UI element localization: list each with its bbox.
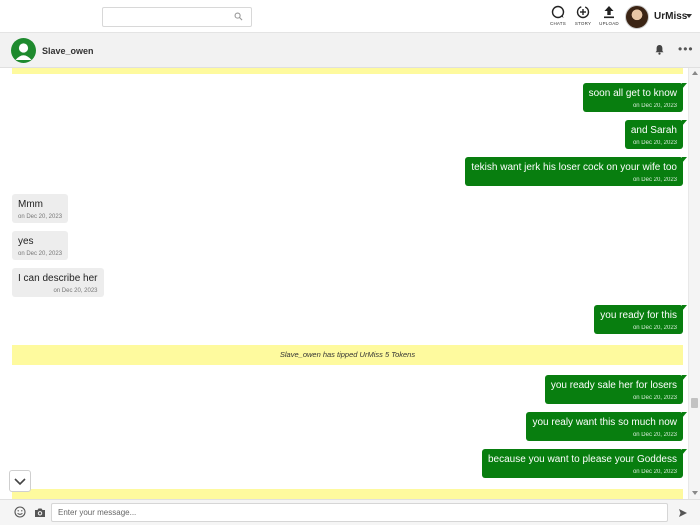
message-time: on Dec 20, 2023 bbox=[53, 288, 98, 294]
nav-upload-label: UPLOAD bbox=[599, 21, 619, 26]
scroll-to-bottom-button[interactable] bbox=[9, 470, 31, 492]
chat-bubble-icon bbox=[551, 5, 565, 19]
tip-notice-text: Slave_owen has tipped UrMiss 5 Tokens bbox=[279, 350, 416, 359]
message-bubble: you ready sale her for losers on Dec 20,… bbox=[544, 375, 688, 404]
message-bubble: you realy want this so much now on Dec 2… bbox=[526, 412, 687, 441]
message-time: on Dec 20, 2023 bbox=[632, 432, 677, 438]
emoji-icon[interactable] bbox=[14, 506, 26, 518]
scroll-thumb[interactable] bbox=[691, 398, 698, 408]
message-time: on Dec 20, 2023 bbox=[18, 214, 63, 220]
contact-name[interactable]: Slave_owen bbox=[42, 46, 94, 56]
scroll-down-icon[interactable] bbox=[692, 491, 698, 495]
message-bubble: because you want to please your Goddess … bbox=[481, 449, 688, 478]
nav-upload-button[interactable]: UPLOAD bbox=[596, 5, 622, 31]
story-icon bbox=[576, 5, 590, 19]
message-text: you ready sale her for losers bbox=[550, 380, 677, 391]
chevron-down-icon[interactable] bbox=[686, 14, 692, 18]
message-text: you ready for this bbox=[600, 310, 677, 321]
camera-icon[interactable] bbox=[34, 507, 46, 518]
user-name[interactable]: UrMiss bbox=[654, 11, 687, 22]
user-avatar[interactable] bbox=[625, 5, 649, 29]
top-bar: CHATS STORY UPLOAD UrMiss bbox=[0, 0, 700, 33]
person-icon bbox=[15, 43, 32, 60]
nav-chats-label: CHATS bbox=[550, 21, 566, 26]
message-text: because you want to please your Goddess bbox=[487, 454, 677, 465]
nav-story-button[interactable]: STORY bbox=[570, 5, 596, 31]
message-bubble: yes on Dec 20, 2023 bbox=[12, 231, 69, 260]
message-text: I can describe her bbox=[18, 273, 98, 284]
message-bubble: tekish want jerk his loser cock on your … bbox=[465, 157, 687, 186]
message-bubble: I can describe her on Dec 20, 2023 bbox=[12, 268, 104, 297]
scrollbar[interactable] bbox=[688, 68, 700, 499]
message-time: on Dec 20, 2023 bbox=[632, 177, 677, 183]
tip-notice bbox=[12, 489, 683, 499]
message-bubble: Mmm on Dec 20, 2023 bbox=[12, 194, 69, 223]
scroll-up-icon[interactable] bbox=[692, 71, 698, 75]
message-time: on Dec 20, 2023 bbox=[632, 395, 677, 401]
message-text: yes bbox=[18, 236, 34, 247]
tip-notice bbox=[12, 68, 683, 74]
nav-story-label: STORY bbox=[574, 21, 592, 26]
contact-avatar[interactable] bbox=[11, 38, 36, 63]
message-composer bbox=[0, 499, 700, 525]
tip-notice: Slave_owen has tipped UrMiss 5 Tokens bbox=[12, 345, 683, 365]
message-bubble: you ready for this on Dec 20, 2023 bbox=[594, 305, 687, 334]
message-text: and Sarah bbox=[630, 125, 677, 136]
message-time: on Dec 20, 2023 bbox=[632, 469, 677, 475]
send-icon[interactable] bbox=[678, 508, 688, 518]
search-input[interactable] bbox=[102, 7, 252, 27]
message-input[interactable] bbox=[51, 503, 668, 522]
message-time: on Dec 20, 2023 bbox=[632, 140, 677, 146]
message-list: soon all get to know on Dec 20, 2023 and… bbox=[7, 68, 688, 499]
message-time: on Dec 20, 2023 bbox=[18, 251, 63, 257]
message-time: on Dec 20, 2023 bbox=[632, 103, 677, 109]
message-bubble: soon all get to know on Dec 20, 2023 bbox=[582, 83, 688, 112]
message-text: you realy want this so much now bbox=[532, 417, 677, 428]
message-text: soon all get to know bbox=[588, 88, 677, 99]
message-bubble: and Sarah on Dec 20, 2023 bbox=[624, 120, 688, 149]
upload-icon bbox=[604, 6, 614, 19]
search-icon[interactable] bbox=[234, 12, 243, 21]
message-text: Mmm bbox=[18, 199, 43, 210]
chevron-down-icon bbox=[14, 478, 26, 486]
more-options-icon[interactable]: ••• bbox=[678, 43, 694, 55]
bell-icon[interactable] bbox=[654, 44, 665, 55]
message-time: on Dec 20, 2023 bbox=[632, 325, 677, 331]
message-text: tekish want jerk his loser cock on your … bbox=[471, 162, 677, 173]
chat-header: Slave_owen ••• bbox=[0, 33, 700, 68]
nav-chats-button[interactable]: CHATS bbox=[545, 5, 571, 31]
